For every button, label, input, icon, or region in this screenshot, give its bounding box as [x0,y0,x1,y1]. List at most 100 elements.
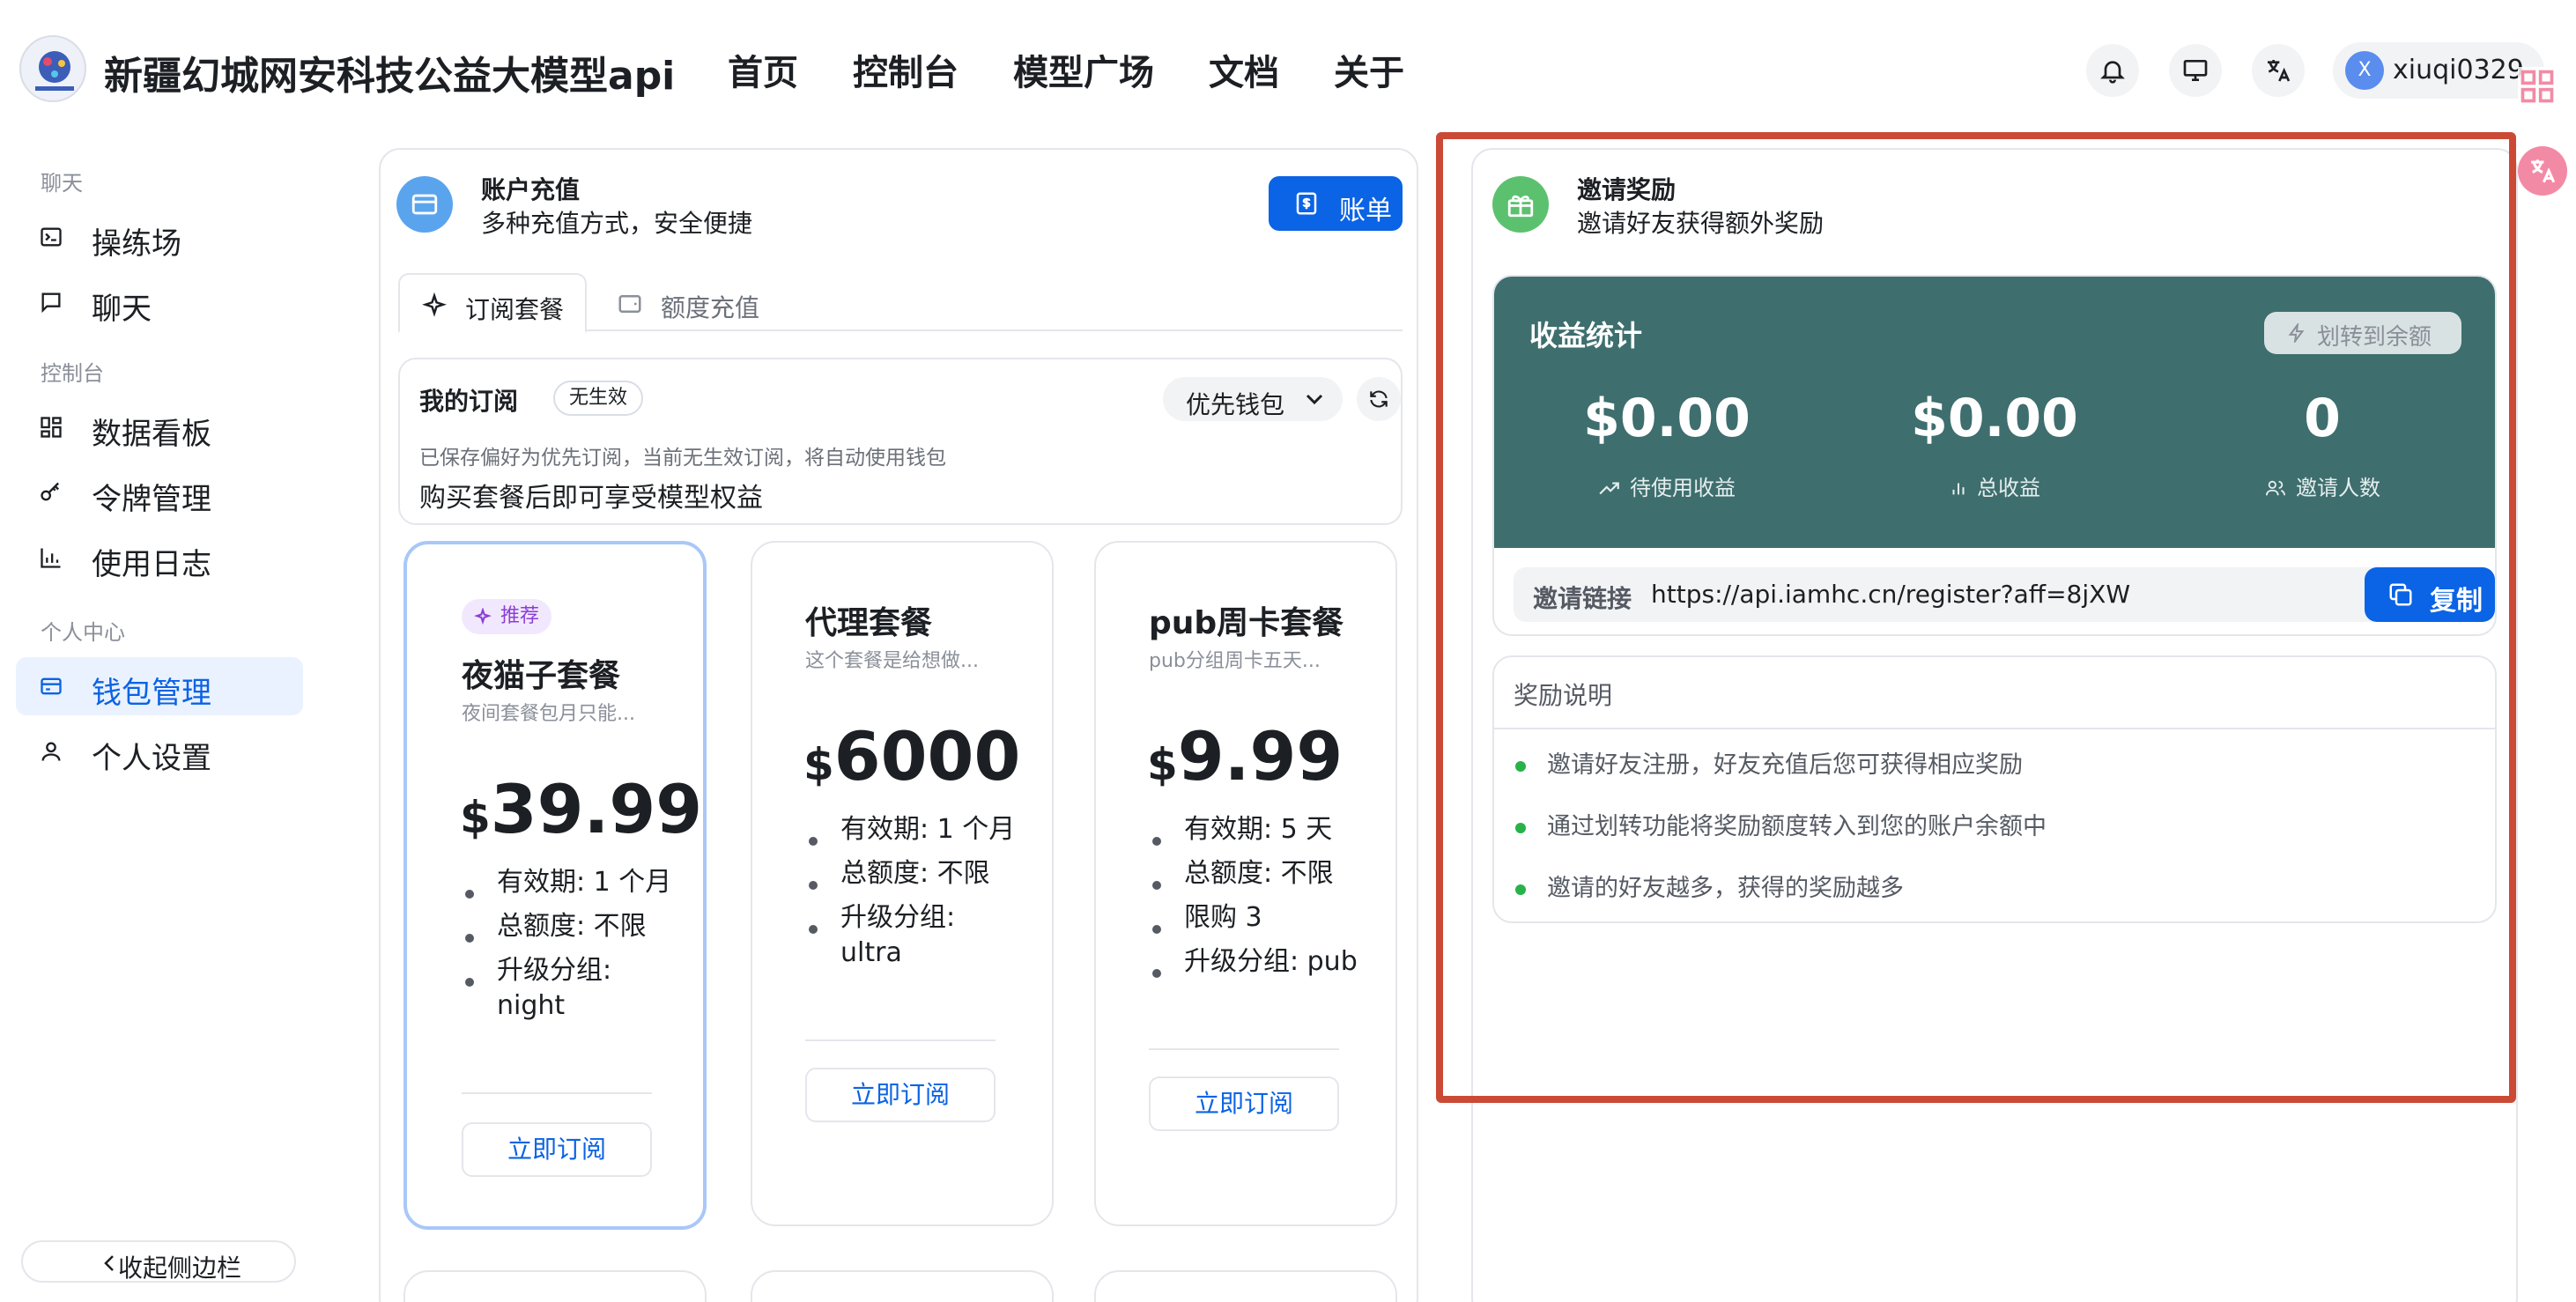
list-item: 邀请好友注册，好友充值后您可获得相应奖励 [1514,745,2047,807]
display-button[interactable] [2169,44,2222,97]
plan-card[interactable] [751,1270,1054,1302]
subscription-note: 已保存偏好为优先订阅，当前无生效订阅，将自动使用钱包 [419,447,946,470]
plan-features: 有效期: 1 个月 总额度: 不限 升级分组: night [462,865,673,1032]
divider [1494,728,2495,729]
terminal-icon [41,227,62,247]
plan-desc: pub分组周卡五天... [1149,650,1321,672]
key-icon [41,482,59,501]
nav-console[interactable]: 控制台 [853,44,959,95]
bell-icon [2100,61,2125,84]
plan-features: 有效期: 1 个月 总额度: 不限 升级分组: ultra [805,812,1017,980]
wallet-icon [41,677,62,695]
plan-feature: 有效期: 1 个月 [462,865,673,900]
plan-card-agent[interactable]: 代理套餐 这个套餐是给想做... $6000 有效期: 1 个月 总额度: 不限… [751,541,1054,1226]
transfer-to-balance-button[interactable]: 划转到余额 [2264,312,2461,354]
earnings-stats-panel: 收益统计 划转到余额 $0.00 待使用收益 $0.00 总收益 0 邀请人数 [1494,277,2495,548]
refresh-button[interactable] [1357,377,1401,421]
plan-desc: 这个套餐是给想做... [805,650,979,672]
tab-quota-recharge[interactable]: 额度充值 [604,273,781,333]
divider [805,1039,996,1041]
sidebar-item-label: 令牌管理 [92,482,211,517]
plan-feature: 有效期: 5 天 [1149,812,1360,847]
users-icon [2266,480,2285,496]
invite-header-icon [1492,176,1549,233]
copy-link-button[interactable]: 复制 [2365,567,2495,622]
floating-translate-button[interactable] [2518,146,2567,196]
stat-label-text: 总收益 [1977,476,2040,500]
plan-features: 有效期: 5 天 总额度: 不限 限购 3 升级分组: pub [1149,812,1360,988]
bill-button-label: 账单 [1339,196,1392,226]
grid-icon [2520,70,2554,103]
gift-icon [1507,195,1534,218]
nav-about[interactable]: 关于 [1334,44,1404,95]
sidebar-item-settings[interactable]: 个人设置 [16,722,303,780]
plan-card-pub-weekly[interactable]: pub周卡套餐 pub分组周卡五天... $9.99 有效期: 5 天 总额度:… [1094,541,1397,1226]
tab-label: 额度充值 [661,293,760,322]
sidebar-item-playground[interactable]: 操练场 [16,208,303,266]
sidebar: 聊天 操练场 聊天 控制台 数据看板 令牌管理 使用日志 个人中心 钱包管理 个… [0,141,317,1302]
subscribe-button[interactable]: 立即订阅 [462,1122,652,1177]
refresh-icon [1370,390,1388,408]
tab-subscription[interactable]: 订阅套餐 [398,273,587,333]
copy-icon [2389,583,2412,606]
plan-card[interactable] [403,1270,707,1302]
user-icon [41,742,61,761]
apps-grid-button[interactable] [2518,67,2557,106]
sidebar-item-label: 操练场 [92,226,181,262]
user-menu[interactable]: X xiuqi0329 [2333,42,2544,99]
bar-chart-icon [1952,483,1965,495]
site-logo[interactable] [19,35,86,102]
price-currency: $ [460,792,491,843]
sidebar-item-chat[interactable]: 聊天 [16,273,303,331]
nav-docs[interactable]: 文档 [1209,44,1279,95]
plan-card[interactable] [1094,1270,1397,1302]
rules-title: 奖励说明 [1514,681,1613,710]
plan-feature: 升级分组: pub [1149,944,1360,980]
collapse-sidebar-label: 收起侧边栏 [118,1254,242,1283]
plan-feature: 升级分组: ultra [805,900,1017,971]
rules-list: 邀请好友注册，好友充值后您可获得相应奖励 通过划转功能将奖励额度转入到您的账户余… [1514,745,2047,930]
credit-card-icon [411,194,438,215]
lightning-icon [2288,323,2305,343]
recharge-header-icon [396,176,453,233]
receipt-icon [1296,192,1317,215]
notification-button[interactable] [2086,44,2139,97]
sidebar-item-tokens[interactable]: 令牌管理 [16,463,303,522]
recharge-subtitle: 多种充值方式，安全便捷 [481,209,753,238]
username: xiuqi0329 [2393,55,2524,85]
nav-model-plaza[interactable]: 模型广场 [1013,44,1154,95]
nav-home[interactable]: 首页 [728,44,798,95]
plan-card-night[interactable]: 推荐 夜猫子套餐 夜间套餐包月只能... $39.99 有效期: 1 个月 总额… [403,541,707,1230]
sidebar-item-wallet[interactable]: 钱包管理 [16,657,303,715]
list-item: 通过划转功能将奖励额度转入到您的账户余额中 [1514,807,2047,869]
subscribe-button[interactable]: 立即订阅 [805,1068,996,1122]
stat-pending-earnings: $0.00 待使用收益 [1535,388,1799,501]
divider [1149,1048,1339,1050]
site-title[interactable]: 新疆幻城网安科技公益大模型api [104,44,675,100]
recharge-tabs: 订阅套餐 额度充值 [398,273,1403,333]
bar-chart-icon [41,548,61,568]
sidebar-item-dashboard[interactable]: 数据看板 [16,398,303,456]
bill-button[interactable]: 账单 [1269,176,1403,231]
billing-preference-select[interactable]: 优先钱包 [1163,377,1343,421]
plan-price: $39.99 [460,770,702,848]
top-nav: 首页 控制台 模型广场 文档 关于 [728,44,1459,95]
sidebar-group-console: 控制台 [41,361,104,386]
sidebar-item-logs[interactable]: 使用日志 [16,529,303,587]
recommended-badge: 推荐 [462,599,552,634]
language-button[interactable] [2252,44,2305,97]
plan-name: pub周卡套餐 [1149,605,1344,641]
plan-feature: 有效期: 1 个月 [805,812,1017,847]
invite-link-value[interactable]: https://api.iamhc.cn/register?aff=8jXW [1651,580,2130,609]
sparkle-icon [474,608,492,625]
trend-up-icon [1599,482,1619,495]
invite-link-row: 邀请链接 https://api.iamhc.cn/register?aff=8… [1514,567,2495,622]
subscribe-button[interactable]: 立即订阅 [1149,1076,1339,1131]
recommended-badge-label: 推荐 [500,605,540,627]
collapse-sidebar-button[interactable]: 收起侧边栏 [21,1240,296,1283]
stat-label: 邀请人数 [2190,470,2454,501]
recharge-card: 账户充值 多种充值方式，安全便捷 账单 订阅套餐 额度充值 我的订阅 无生效 优… [379,148,1418,1302]
stat-value: $0.00 [1911,388,2078,449]
sidebar-group-personal: 个人中心 [41,620,125,645]
my-subscription-panel: 我的订阅 无生效 优先钱包 已保存偏好为优先订阅，当前无生效订阅，将自动使用钱包… [398,358,1403,525]
